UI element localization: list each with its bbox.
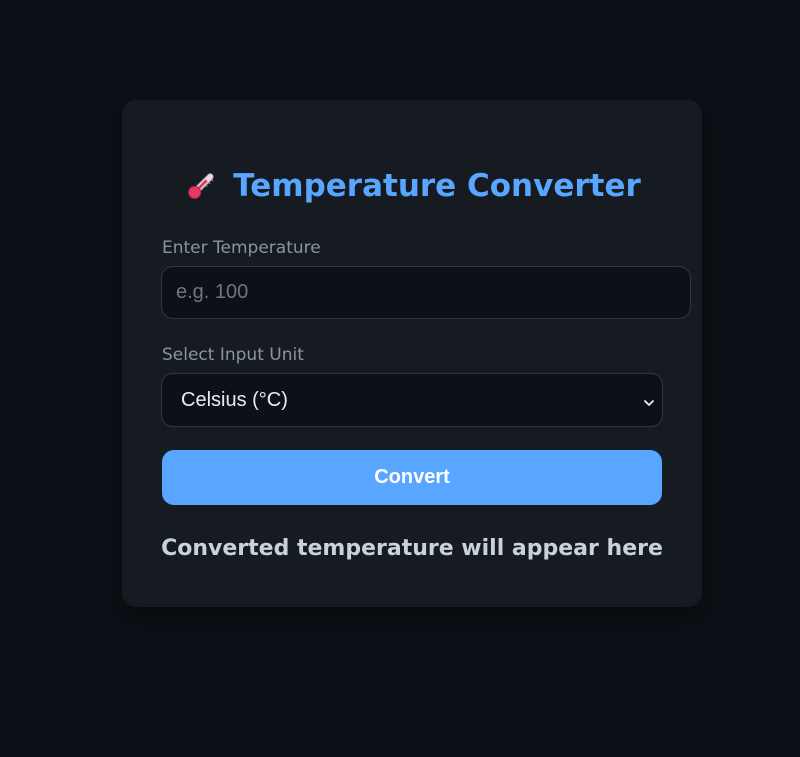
temperature-label: Enter Temperature [162,238,321,258]
page-title: Temperature Converter [122,164,702,208]
thermometer-icon [183,168,219,204]
unit-select[interactable]: Celsius (°C) [161,373,663,427]
chevron-down-icon [642,393,656,407]
result-text: Converted temperature will appear here [161,536,663,561]
unit-label: Select Input Unit [162,345,304,365]
temperature-input[interactable] [161,266,691,319]
page-title-text: Temperature Converter [233,168,641,204]
unit-select-value: Celsius (°C) [181,388,288,411]
convert-button[interactable]: Convert [162,450,662,505]
converter-card: Temperature Converter Enter Temperature … [122,100,702,607]
